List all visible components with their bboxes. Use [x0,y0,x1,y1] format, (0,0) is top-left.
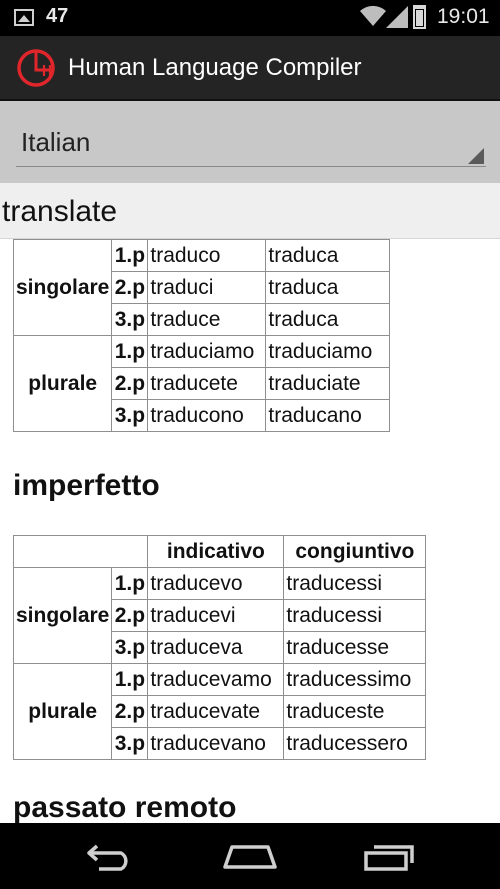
form-cell: traduce [147,303,267,336]
person-cell: 1.p [111,239,149,272]
wifi-icon [360,5,386,26]
form-cell: traducesse [283,631,427,664]
home-icon[interactable] [222,843,278,871]
group-label: singolare [12,239,113,336]
form-cell: traduca [265,303,391,336]
section-heading-passato-remoto: passato remoto [13,791,237,823]
form-cell: traducono [147,399,267,432]
form-cell: traducevo [147,567,285,600]
recent-apps-icon[interactable] [364,843,416,871]
person-cell: 2.p [111,695,149,728]
table-header-cell: congiuntivo [283,535,427,568]
table-header-row: indicativo congiuntivo [12,535,427,568]
language-select-value: Italian [21,127,91,157]
translate-button[interactable]: translate [0,183,500,239]
person-cell: 1.p [111,567,149,600]
form-cell: traducevano [147,727,285,760]
language-select[interactable]: Italian [16,119,486,167]
table-header-cell [12,535,149,568]
back-icon[interactable] [85,841,135,871]
conjugation-table-presente: indicativo congiuntivo singolare 1.p tra… [12,239,391,432]
form-cell: traduci [147,271,267,304]
table-row: singolare 1.p traducevo traducessi [12,567,427,664]
person-cell: 2.p [111,271,149,304]
conjugation-table-imperfetto: indicativo congiuntivo singolare 1.p tra… [12,535,427,760]
form-cell: traduceste [283,695,427,728]
person-cell: 2.p [111,599,149,632]
group-label: plurale [12,663,113,760]
navigation-bar [0,823,500,889]
table-row: singolare 1.p traduco traduca [12,239,391,336]
app-title: Human Language Compiler [68,54,362,81]
group-label: plurale [12,335,113,432]
app-logo-icon[interactable] [16,48,56,88]
translate-button-label: translate [2,195,118,228]
language-panel: Italian [0,101,500,183]
form-cell: traduca [265,271,391,304]
signal-icon [386,6,408,28]
status-bar: 47 19:01 [0,0,500,36]
section-heading-imperfetto: imperfetto [13,469,160,502]
battery-icon [413,5,426,29]
gallery-notification-icon [14,9,34,26]
table-row: plurale 1.p traduciamo traduciamo [12,335,391,432]
conjugation-content[interactable]: indicativo congiuntivo singolare 1.p tra… [0,239,500,823]
form-cell: traducete [147,367,267,400]
form-cell: traduciate [265,367,391,400]
form-cell: traducessi [283,567,427,600]
table-row: plurale 1.p traducevamo traducessimo [12,663,427,760]
table-header-cell: indicativo [147,535,285,568]
notification-count: 47 [46,5,69,27]
action-bar: Human Language Compiler [0,36,500,101]
form-cell: traduco [147,239,267,272]
person-cell: 2.p [111,367,149,400]
form-cell: traduceva [147,631,285,664]
form-cell: traduciamo [147,335,267,368]
person-cell: 3.p [111,303,149,336]
form-cell: traducessero [283,727,427,760]
form-cell: traducessimo [283,663,427,696]
form-cell: traduciamo [265,335,391,368]
dropdown-arrow-icon [468,148,484,164]
form-cell: traducano [265,399,391,432]
form-cell: traduca [265,239,391,272]
group-label: singolare [12,567,113,664]
clock: 19:01 [437,5,490,28]
form-cell: traducevate [147,695,285,728]
person-cell: 3.p [111,727,149,760]
form-cell: traducessi [283,599,427,632]
person-cell: 1.p [111,335,149,368]
person-cell: 1.p [111,663,149,696]
form-cell: traducevi [147,599,285,632]
person-cell: 3.p [111,631,149,664]
person-cell: 3.p [111,399,149,432]
form-cell: traducevamo [147,663,285,696]
